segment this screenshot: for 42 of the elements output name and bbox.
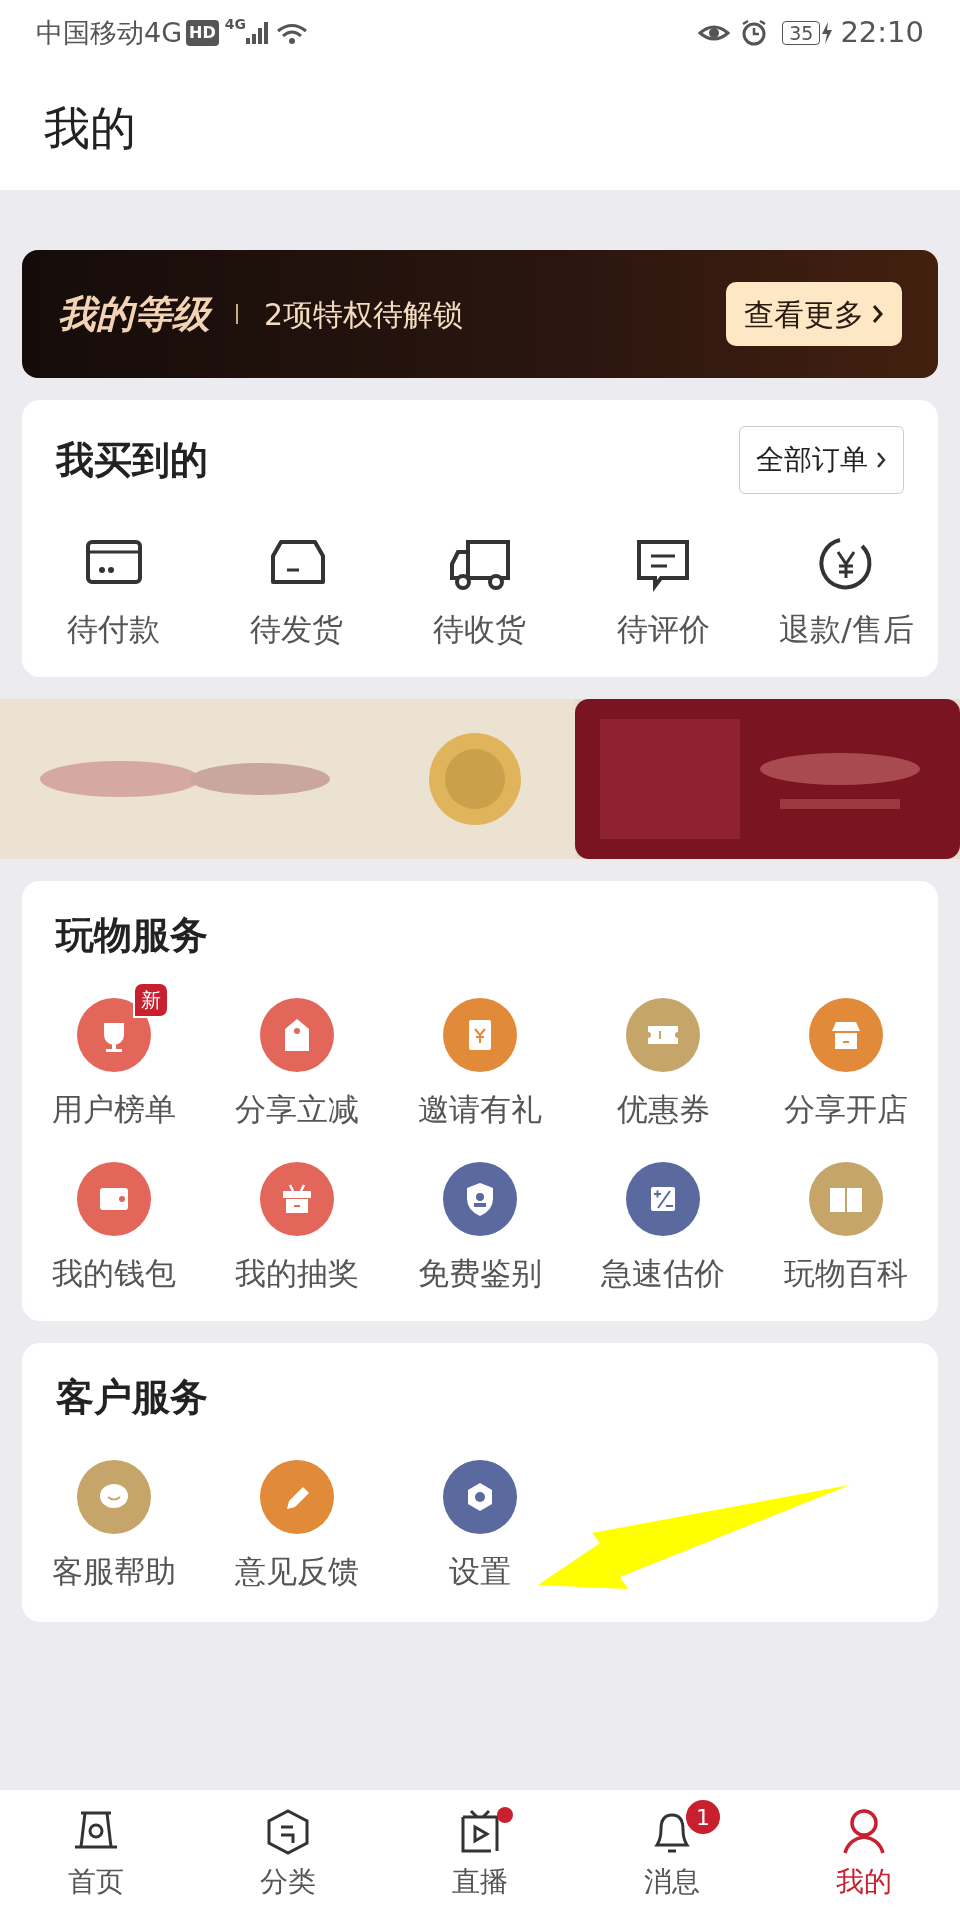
wifi-icon (276, 22, 308, 44)
battery-level: 35 (782, 21, 821, 45)
view-more-button[interactable]: 查看更多 (726, 282, 902, 346)
chevron-right-icon (872, 304, 884, 324)
charging-icon (820, 22, 835, 44)
service-item[interactable]: 邀请有礼 (388, 979, 572, 1132)
service-item[interactable]: 我的钱包 (22, 1144, 206, 1297)
service-item[interactable]: 分享立减 (205, 979, 389, 1132)
order-status-item[interactable]: 退款/售后 (754, 516, 938, 653)
section-title: 我买到的 (56, 436, 208, 484)
all-orders-button[interactable]: 全部订单 (739, 426, 904, 494)
service-item[interactable]: 免费鉴别 (388, 1144, 572, 1297)
service-item[interactable]: 我的抽奖 (205, 1144, 389, 1297)
carrier-name: 中国移动4G (36, 15, 183, 50)
service-item[interactable]: 分享开店 (754, 979, 938, 1132)
service-item[interactable]: 设置 (388, 1441, 572, 1594)
service-item[interactable]: 玩物百科 (754, 1144, 938, 1297)
page-title: 我的 (44, 99, 136, 157)
section-title: 客户服务 (56, 1373, 209, 1421)
service-item[interactable]: 客服帮助 (22, 1441, 206, 1594)
service-item[interactable]: 意见反馈 (205, 1441, 389, 1594)
section-title: 玩物服务 (56, 911, 209, 959)
tab-bar-item[interactable]: 直播 (384, 1790, 576, 1920)
network-type: 4G (224, 15, 246, 34)
order-status-item[interactable]: 待评价 (571, 516, 755, 653)
chevron-right-icon (876, 451, 887, 469)
unread-count-badge: 1 (683, 1797, 723, 1837)
service-item[interactable]: 优惠券 (571, 979, 755, 1132)
order-status-item[interactable]: 待付款 (22, 516, 206, 653)
new-badge: 新 (132, 981, 169, 1018)
level-subtitle: 2项特权待解锁 (264, 295, 464, 334)
order-status-item[interactable]: 待收货 (388, 516, 572, 653)
tab-bar-item[interactable]: 分类 (192, 1790, 384, 1920)
tab-bar-item[interactable]: 我的 (768, 1790, 960, 1920)
signal-icon (246, 22, 268, 44)
tab-bar-item[interactable]: 首页 (0, 1790, 192, 1920)
hd-indicator: HD (186, 20, 219, 46)
service-item[interactable]: 急速估价 (571, 1144, 755, 1297)
clock-time: 22:10 (840, 14, 924, 52)
tab-bar-item[interactable]: 1 消息 (576, 1790, 768, 1920)
order-status-item[interactable]: 待发货 (205, 516, 389, 653)
service-item[interactable]: 新 用户榜单 (22, 979, 206, 1132)
